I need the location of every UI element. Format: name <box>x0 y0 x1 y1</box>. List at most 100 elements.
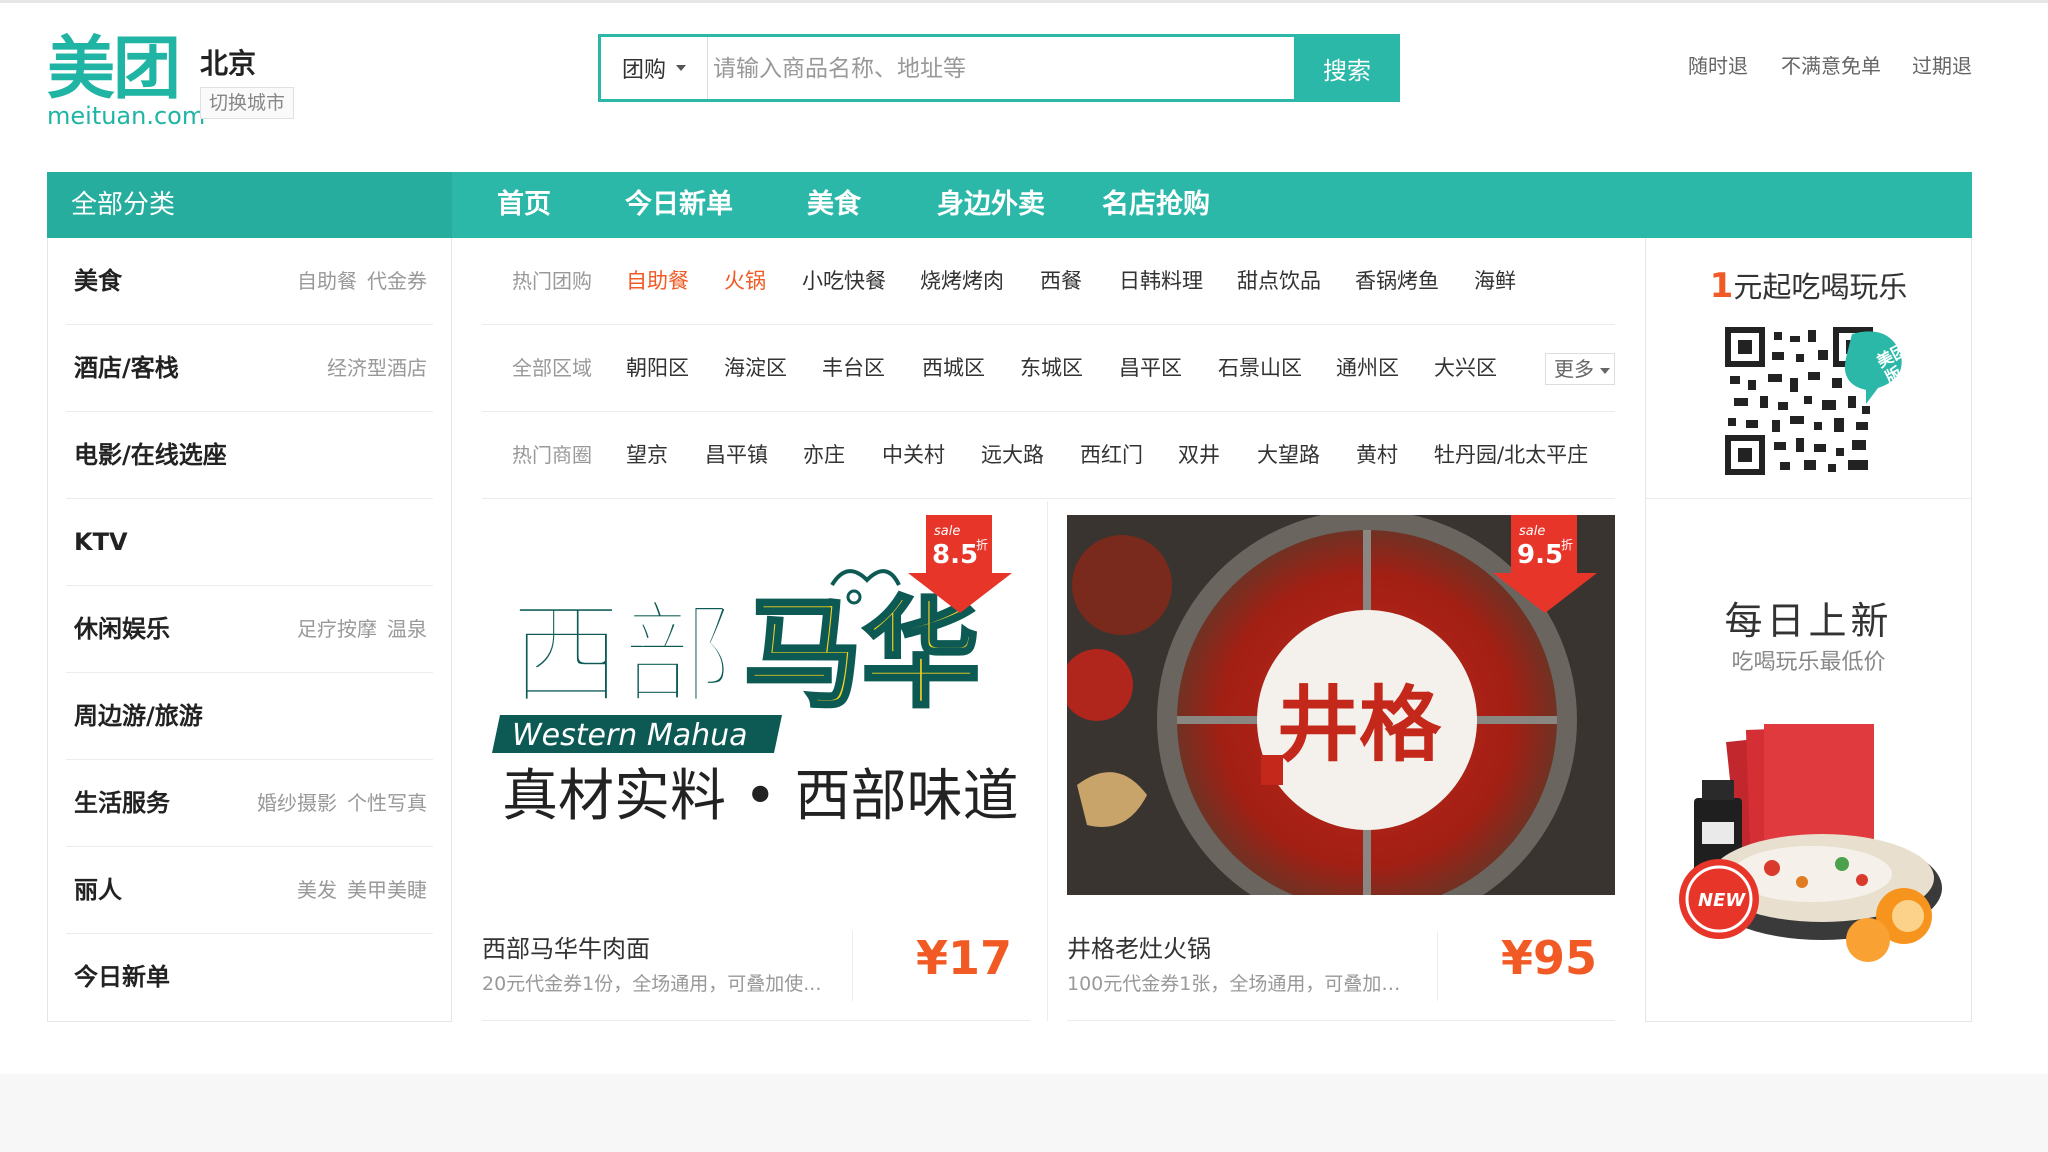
search-button[interactable]: 搜索 <box>1294 34 1400 102</box>
filter-hot-deals: 热门团购 自助餐 火锅 小吃快餐 烧烤烤肉 西餐 日韩料理 甜点饮品 香锅烤鱼 … <box>482 238 1615 325</box>
subcategory-link[interactable]: 婚纱摄影 <box>257 791 337 815</box>
category-label: 电影/在线选座 <box>74 441 227 469</box>
subcategory-link[interactable]: 个性写真 <box>347 791 427 815</box>
more-areas-dropdown[interactable]: 更多 <box>1545 353 1615 385</box>
nav-food[interactable]: 美食 <box>807 172 861 238</box>
card-bottom-border <box>482 1020 1030 1021</box>
filter-item[interactable]: 昌平镇 <box>705 412 768 499</box>
category-ktv[interactable]: KTV <box>66 499 433 586</box>
category-sidebar: 美食 自助餐 代金券 酒店/客栈 经济型酒店 电影/在线选座 KTV 休闲娱乐 足… <box>47 238 452 1022</box>
deal-title[interactable]: 西部马华牛肉面 <box>482 929 650 964</box>
promo-sidebar: 1元起吃喝玩乐 美团手机版 每日上新 吃喝玩乐最低价 NEW <box>1645 238 1972 1022</box>
sale-label: sale <box>934 524 960 539</box>
filter-item[interactable]: 牡丹园/北太平庄 <box>1434 412 1588 499</box>
subcategory-link[interactable]: 代金券 <box>367 269 427 293</box>
filter-item[interactable]: 望京 <box>626 412 668 499</box>
footer-band <box>0 1074 2048 1152</box>
subcategory-link[interactable]: 温泉 <box>387 617 427 641</box>
filter-item[interactable]: 西餐 <box>1040 238 1082 325</box>
category-label: 丽人 <box>74 876 122 904</box>
filter-item[interactable]: 双井 <box>1178 412 1220 499</box>
filter-item[interactable]: 东城区 <box>1020 325 1083 412</box>
brand-wordmark-left: 西部 <box>510 590 734 720</box>
subcategory-link[interactable]: 足疗按摩 <box>297 617 377 641</box>
nav-takeout[interactable]: 身边外卖 <box>937 172 1045 238</box>
search-type-dropdown[interactable]: 团购 <box>601 37 708 99</box>
filter-item[interactable]: 香锅烤鱼 <box>1355 238 1439 325</box>
discount-unit: 折 <box>976 537 988 552</box>
filter-business-circles: 热门商圈 望京 昌平镇 亦庄 中关村 远大路 西红门 双井 大望路 黄村 牡丹园… <box>482 412 1615 499</box>
category-movie[interactable]: 电影/在线选座 <box>66 412 433 499</box>
filter-item[interactable]: 大兴区 <box>1434 325 1497 412</box>
subcategory-link[interactable]: 经济型酒店 <box>327 356 427 380</box>
category-food[interactable]: 美食 自助餐 代金券 <box>66 238 433 325</box>
category-hotel[interactable]: 酒店/客栈 经济型酒店 <box>66 325 433 412</box>
filter-item[interactable]: 西城区 <box>922 325 985 412</box>
logo-text: 美团 <box>47 30 181 109</box>
filter-item[interactable]: 日韩料理 <box>1119 238 1203 325</box>
filter-item[interactable]: 通州区 <box>1336 325 1399 412</box>
discount-value: 9.5 <box>1517 540 1563 570</box>
filter-item[interactable]: 甜点饮品 <box>1237 238 1321 325</box>
filter-item[interactable]: 大望路 <box>1257 412 1320 499</box>
category-label: 美食 <box>74 267 122 295</box>
nav-today-new[interactable]: 今日新单 <box>625 172 733 238</box>
all-categories-tab[interactable]: 全部分类 <box>47 172 452 238</box>
mobile-app-promo[interactable]: 1元起吃喝玩乐 美团手机版 <box>1646 238 1971 499</box>
current-city: 北京 <box>200 47 257 80</box>
switch-city-button[interactable]: 切换城市 <box>200 87 295 119</box>
promo-price: 1 <box>1709 266 1734 306</box>
deal-card[interactable]: 井格 sale 9.5 折 井格老灶火锅 100元代金券1张，全场通用，可叠加使… <box>1067 501 1615 1021</box>
filter-item[interactable]: 亦庄 <box>803 412 845 499</box>
nav-home[interactable]: 首页 <box>497 172 551 238</box>
brand-english: Western Mahua <box>512 718 748 753</box>
filter-item[interactable]: 火锅 <box>724 238 766 325</box>
chevron-down-icon <box>1600 367 1610 374</box>
filter-item[interactable]: 自助餐 <box>626 238 689 325</box>
card-bottom-border <box>1067 1020 1615 1021</box>
filter-item[interactable]: 丰台区 <box>822 325 885 412</box>
category-leisure[interactable]: 休闲娱乐 足疗按摩 温泉 <box>66 586 433 673</box>
category-today-new[interactable]: 今日新单 <box>66 934 433 1021</box>
filter-item[interactable]: 西红门 <box>1080 412 1143 499</box>
meituan-logo[interactable]: 美团 meituan.com <box>47 30 205 131</box>
guarantee-refund-anytime[interactable]: 随时退 <box>1688 50 1748 79</box>
search-input[interactable] <box>711 37 1275 101</box>
filter-item[interactable]: 小吃快餐 <box>802 238 886 325</box>
filter-label: 热门团购 <box>512 269 592 293</box>
category-label: KTV <box>74 528 128 556</box>
filter-item[interactable]: 中关村 <box>882 412 945 499</box>
filter-item[interactable]: 烧烤烤肉 <box>920 238 1004 325</box>
guarantee-unsatisfied-free[interactable]: 不满意免单 <box>1781 50 1881 79</box>
card-divider <box>1047 501 1048 1021</box>
filter-item[interactable]: 昌平区 <box>1119 325 1182 412</box>
deal-slogan: 真材实料 • 西部味道 <box>502 764 1019 829</box>
subcategory-link[interactable]: 美甲美睫 <box>347 878 427 902</box>
filter-item[interactable]: 海鲜 <box>1474 238 1516 325</box>
filter-item[interactable]: 海淀区 <box>724 325 787 412</box>
discount-value: 8.5 <box>932 540 978 570</box>
guarantee-expired-refund[interactable]: 过期退 <box>1912 50 1972 79</box>
brand-wordmark-right: 马华 <box>744 585 980 723</box>
deal-title[interactable]: 井格老灶火锅 <box>1067 929 1211 964</box>
deal-card[interactable]: 西部 马华 Western Mahua 真材实料 • 西部味道 sale 8.5… <box>482 501 1030 1021</box>
daily-new-title[interactable]: 每日上新 <box>1646 590 1971 645</box>
category-beauty[interactable]: 丽人 美发 美甲美睫 <box>66 847 433 934</box>
search-type-label: 团购 <box>621 58 666 83</box>
category-life-services[interactable]: 生活服务 婚纱摄影 个性写真 <box>66 760 433 847</box>
filter-label: 全部区域 <box>512 356 592 380</box>
subcategory-link[interactable]: 自助餐 <box>297 269 357 293</box>
filter-item[interactable]: 石景山区 <box>1218 325 1302 412</box>
filter-item[interactable]: 黄村 <box>1356 412 1398 499</box>
promo-title-text: 元起吃喝玩乐 <box>1733 270 1908 304</box>
filter-item[interactable]: 朝阳区 <box>626 325 689 412</box>
deal-price: ¥95 <box>1500 931 1597 985</box>
subcategory-link[interactable]: 美发 <box>297 878 337 902</box>
top-border <box>0 0 2048 3</box>
nav-famous-stores[interactable]: 名店抢购 <box>1102 172 1210 238</box>
filter-areas: 全部区域 朝阳区 海淀区 丰台区 西城区 东城区 昌平区 石景山区 通州区 大兴… <box>482 325 1615 412</box>
category-label: 休闲娱乐 <box>74 615 170 643</box>
qr-code-icon <box>1724 326 1902 476</box>
filter-item[interactable]: 远大路 <box>981 412 1044 499</box>
category-travel[interactable]: 周边游/旅游 <box>66 673 433 760</box>
